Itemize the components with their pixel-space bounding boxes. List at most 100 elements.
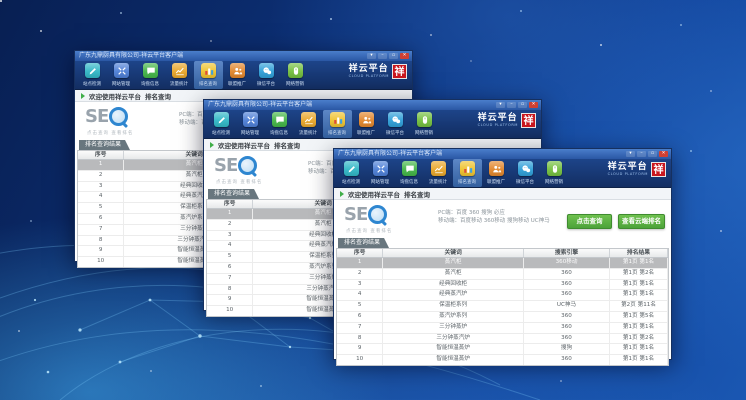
view-cloud-rank-button[interactable]: 查看云端排名	[618, 214, 665, 229]
toolbar-item-wechat-platform[interactable]: 微信平台	[252, 61, 281, 89]
table-cell: 8	[78, 236, 124, 246]
query-button[interactable]: 点击查询	[567, 214, 612, 229]
rank-bars-icon	[460, 161, 475, 176]
toolbar-item-traffic-stats[interactable]: 流量统计	[294, 110, 323, 138]
toolbar-item-label: 排名查询	[458, 178, 476, 184]
toolbar-item-site-manage[interactable]: 网站管理	[366, 159, 395, 187]
maximize-icon[interactable]: ▫	[648, 151, 657, 157]
table-row[interactable]: 3经典回收柜360第1页 第1名	[337, 280, 668, 291]
main-toolbar: 站点检测网站管理询盘信息流量统计排名查询联盟推广微信平台网络营销 祥云平台 CL…	[75, 61, 412, 90]
table-cell: 5	[78, 203, 124, 213]
toolbar-item-site-check[interactable]: 站点检测	[78, 61, 107, 89]
toolbar-item-net-marketing[interactable]: 网络营销	[410, 110, 439, 138]
brand-name: 祥云平台	[349, 65, 389, 74]
breadcrumb-welcome: 欢迎使用祥云平台	[89, 91, 141, 101]
table-row[interactable]: 5保温柜系列UC神马第2页 第11名	[337, 301, 668, 312]
toolbar-item-label: 排名查询	[199, 80, 217, 86]
toolbar-item-traffic-stats[interactable]: 流量统计	[424, 159, 453, 187]
toolbar-item-rank-query[interactable]: 排名查询	[194, 61, 223, 89]
traffic-chart-icon	[301, 112, 316, 127]
toolbar-item-inquiry-info[interactable]: 询盘信息	[265, 110, 294, 138]
table-cell: 360	[524, 269, 610, 279]
table-cell: 经典蒸汽炉	[383, 290, 524, 300]
maximize-icon[interactable]: ▫	[518, 102, 527, 108]
column-header: 关键词	[383, 249, 524, 257]
table-cell: 9	[207, 295, 253, 305]
table-row[interactable]: 7三分钟蒸炉360第1页 第1名	[337, 323, 668, 334]
brand-badge-logo: 祥	[392, 64, 407, 79]
toolbar-item-net-marketing[interactable]: 网络营销	[281, 61, 310, 89]
table-cell: 第1页 第1名	[610, 355, 668, 365]
toolbar-item-inquiry-info[interactable]: 询盘信息	[395, 159, 424, 187]
table-row[interactable]: 2蒸汽柜360第1页 第2名	[337, 269, 668, 280]
breadcrumb-section: 排名查询	[145, 91, 171, 101]
menu-icon[interactable]: ▾	[626, 151, 635, 157]
toolbar-item-wechat-platform[interactable]: 微信平台	[381, 110, 410, 138]
minimize-icon[interactable]: –	[507, 102, 516, 108]
tab-rank-results[interactable]: 排名查询结果	[79, 140, 130, 150]
maximize-icon[interactable]: ▫	[389, 53, 398, 59]
tab-rank-results[interactable]: 排名查询结果	[338, 238, 389, 248]
toolbar-item-alliance-promo[interactable]: 联盟推广	[482, 159, 511, 187]
table-cell: 第1页 第2名	[610, 334, 668, 344]
close-icon[interactable]: ✕	[400, 53, 409, 59]
toolbar-item-site-check[interactable]: 站点检测	[207, 110, 236, 138]
toolbar-item-label: 联盟推广	[357, 129, 375, 135]
table-cell: 4	[337, 290, 383, 300]
table-row[interactable]: 4经典蒸汽炉360第1页 第1名	[337, 290, 668, 301]
brand-area: 祥云平台 CLOUD PLATFORM 祥	[349, 64, 407, 79]
pc-engines-line: PC端：百度 360 搜狗 必应	[438, 209, 550, 217]
toolbar-item-site-manage[interactable]: 网站管理	[236, 110, 265, 138]
toolbar-item-wechat-platform[interactable]: 微信平台	[511, 159, 540, 187]
table-cell: 蒸汽炉系列	[383, 312, 524, 322]
window-titlebar[interactable]: 广东九鼎厨具有限公司-祥云平台客户端 ▾ – ▫ ✕	[204, 100, 541, 110]
brand-badge-logo: 祥	[651, 162, 666, 177]
brand-area: 祥云平台 CLOUD PLATFORM 祥	[478, 113, 536, 128]
table-cell: 360移动	[524, 258, 610, 268]
menu-icon[interactable]: ▾	[367, 53, 376, 59]
menu-icon[interactable]: ▾	[496, 102, 505, 108]
table-row[interactable]: 6蒸汽炉系列360第1页 第5名	[337, 312, 668, 323]
toolbar-item-label: 微信平台	[257, 80, 275, 86]
toolbar-item-rank-query[interactable]: 排名查询	[323, 110, 352, 138]
app-window-front[interactable]: 广东九鼎厨具有限公司-祥云平台客户端 ▾ – ▫ ✕ 站点检测网站管理询盘信息流…	[333, 148, 672, 360]
table-cell: 360	[524, 334, 610, 344]
toolbar-item-label: 联盟推广	[487, 178, 505, 184]
tab-rank-results[interactable]: 排名查询结果	[208, 189, 259, 199]
toolbar-item-alliance-promo[interactable]: 联盟推广	[223, 61, 252, 89]
minimize-icon[interactable]: –	[378, 53, 387, 59]
window-title: 广东九鼎厨具有限公司-祥云平台客户端	[204, 100, 541, 110]
window-title: 广东九鼎厨具有限公司-祥云平台客户端	[75, 51, 412, 61]
seo-tagline: 点击查询 查看排名	[346, 228, 392, 234]
seo-logo-text: SE	[344, 206, 367, 224]
toolbar-item-net-marketing[interactable]: 网络营销	[540, 159, 569, 187]
table-row[interactable]: 9智能恒温蒸炉搜狗第1页 第1名	[337, 344, 668, 355]
table-cell: 第1页 第2名	[610, 269, 668, 279]
site-manage-icon	[243, 112, 258, 127]
toolbar-item-rank-query[interactable]: 排名查询	[453, 159, 482, 187]
table-row[interactable]: 10智能恒温蒸炉360第1页 第1名	[337, 355, 668, 365]
table-row[interactable]: 8三分钟蒸汽炉360第1页 第2名	[337, 334, 668, 345]
brand-subtitle: CLOUD PLATFORM	[608, 172, 648, 177]
seo-logo: SE	[214, 156, 257, 175]
close-icon[interactable]: ✕	[529, 102, 538, 108]
toolbar-item-label: 网站管理	[241, 129, 259, 135]
window-controls: ▾ – ▫ ✕	[626, 151, 668, 157]
toolbar-item-traffic-stats[interactable]: 流量统计	[165, 61, 194, 89]
table-cell: 9	[337, 344, 383, 354]
mouse-icon	[288, 63, 303, 78]
table-cell: 智能恒温蒸炉	[383, 355, 524, 365]
minimize-icon[interactable]: –	[637, 151, 646, 157]
table-row[interactable]: 1蒸汽柜360移动第1页 第1名	[337, 258, 668, 269]
toolbar-item-site-check[interactable]: 站点检测	[337, 159, 366, 187]
close-icon[interactable]: ✕	[659, 151, 668, 157]
toolbar-item-alliance-promo[interactable]: 联盟推广	[352, 110, 381, 138]
table-cell: 10	[78, 257, 124, 267]
table-cell: 2	[337, 269, 383, 279]
window-title: 广东九鼎厨具有限公司-祥云平台客户端	[334, 149, 671, 159]
window-titlebar[interactable]: 广东九鼎厨具有限公司-祥云平台客户端 ▾ – ▫ ✕	[75, 51, 412, 61]
brand-subtitle: CLOUD PLATFORM	[478, 123, 518, 128]
window-titlebar[interactable]: 广东九鼎厨具有限公司-祥云平台客户端 ▾ – ▫ ✕	[334, 149, 671, 159]
toolbar-item-inquiry-info[interactable]: 询盘信息	[136, 61, 165, 89]
toolbar-item-site-manage[interactable]: 网站管理	[107, 61, 136, 89]
